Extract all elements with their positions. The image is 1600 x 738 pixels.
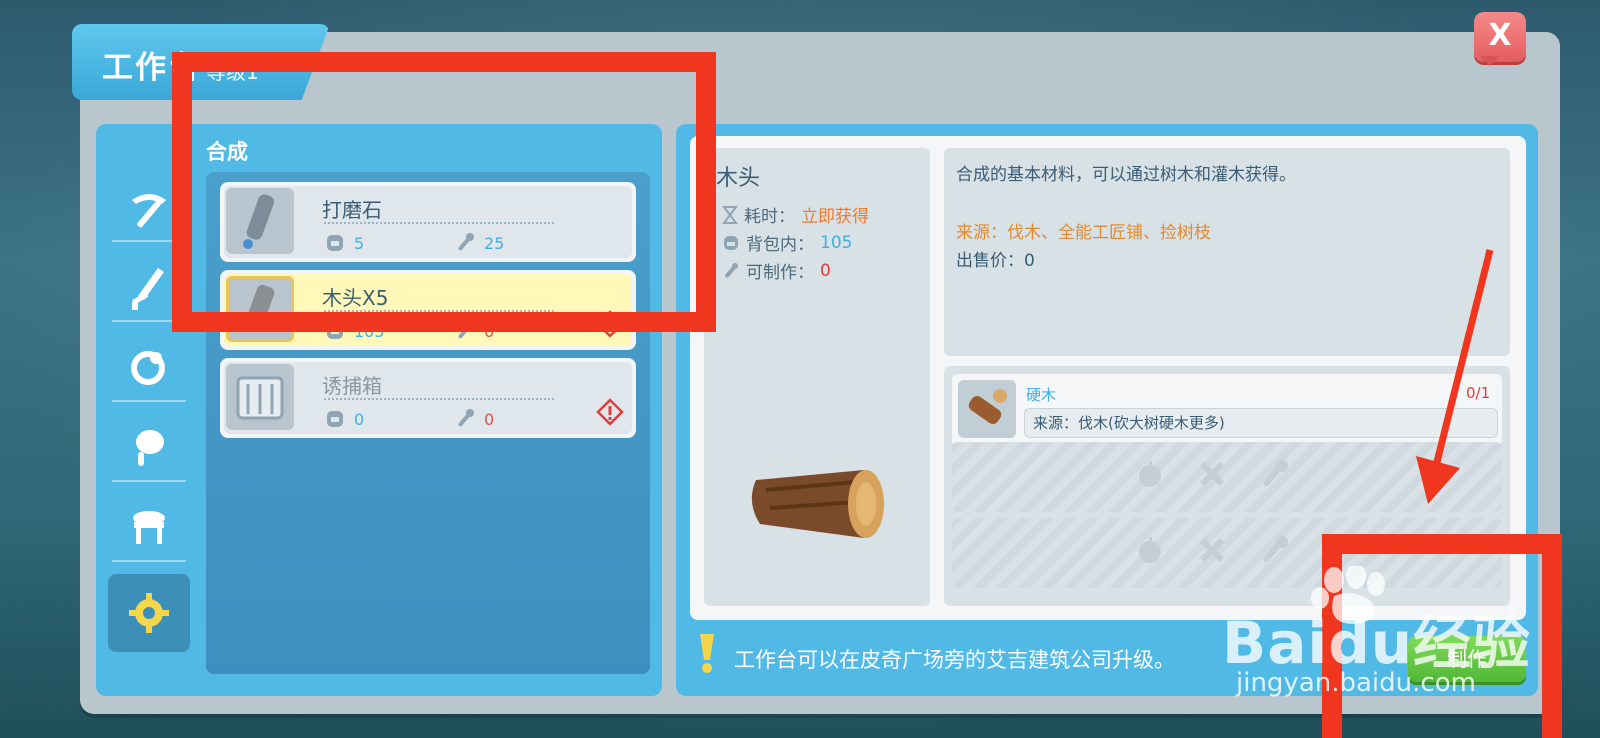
- wrench-icon: [1263, 460, 1288, 487]
- sword-icon: [132, 268, 164, 310]
- category-materials[interactable]: [108, 574, 190, 652]
- apple-icon: [1139, 537, 1161, 563]
- item-description: 合成的基本材料，可以通过树木和灌木获得。: [956, 165, 1296, 185]
- furniture-icon: [133, 511, 165, 544]
- trap-box-icon: [236, 376, 284, 420]
- cross-icon: [1199, 461, 1225, 487]
- bag-value: 105: [820, 232, 853, 253]
- item-source: 来源：伐木、全能工匠铺、捡树枝: [956, 223, 1211, 243]
- gear-icon: [129, 593, 169, 633]
- annotation-arrow-icon: [1416, 249, 1494, 504]
- category-furniture[interactable]: [108, 488, 190, 566]
- wrench-icon: [1263, 536, 1288, 563]
- time-label: 耗时：: [744, 207, 795, 227]
- cross-icon: [1199, 537, 1225, 563]
- trap-box-thumbnail: [226, 364, 294, 430]
- hardwood-icon: [968, 389, 1007, 424]
- bag-label: 背包内：: [746, 235, 814, 255]
- food-icon: [136, 430, 164, 466]
- exclamation-icon: [700, 634, 714, 673]
- upgrade-tip: 工作台可以在皮奇广场旁的艾吉建筑公司升级。: [734, 648, 1175, 672]
- bag-count: 0: [354, 410, 365, 429]
- close-button[interactable]: X: [1474, 12, 1526, 62]
- watermark-url: jingyan.baidu.com: [1236, 668, 1476, 698]
- bag-row: 背包内： 105: [722, 230, 852, 255]
- recipe-name: 诱捕箱: [322, 374, 382, 398]
- item-name: 木头: [716, 166, 761, 191]
- backpack-icon: [327, 411, 343, 427]
- slot-placeholder-icons: [1134, 534, 1290, 566]
- category-divider: [112, 400, 186, 402]
- recipe-divider: [324, 398, 554, 400]
- slot-placeholder-icons: [1134, 458, 1290, 490]
- wood-log-image: [751, 470, 884, 538]
- hardwood-thumbnail: [958, 380, 1016, 438]
- item-price: 出售价：0: [956, 251, 1035, 271]
- material-name: 硬木: [1026, 386, 1057, 404]
- backpack-icon: [724, 235, 738, 250]
- craftable-label: 可制作：: [746, 263, 814, 283]
- hourglass-icon: [722, 205, 738, 224]
- pickaxe-icon: [132, 194, 166, 228]
- craftable-count: 0: [484, 410, 495, 429]
- craftable-value: 0: [820, 260, 831, 281]
- craftable-row: 可制作： 0: [722, 258, 831, 283]
- time-row: 耗时： 立即获得: [722, 202, 869, 227]
- category-divider: [112, 560, 186, 562]
- apple-icon: [1139, 461, 1161, 487]
- category-accessories[interactable]: [108, 328, 190, 406]
- close-button-tail: [1480, 56, 1500, 66]
- annotation-highlight-box: [172, 52, 716, 332]
- warning-icon: [596, 398, 624, 426]
- ring-icon: [131, 351, 165, 385]
- wrench-icon: [458, 409, 474, 427]
- category-food[interactable]: [108, 408, 190, 486]
- time-value: 立即获得: [801, 207, 869, 227]
- recipe-item[interactable]: 诱捕箱 0 0: [220, 358, 636, 438]
- wrench-icon: [725, 262, 738, 278]
- category-divider: [112, 480, 186, 482]
